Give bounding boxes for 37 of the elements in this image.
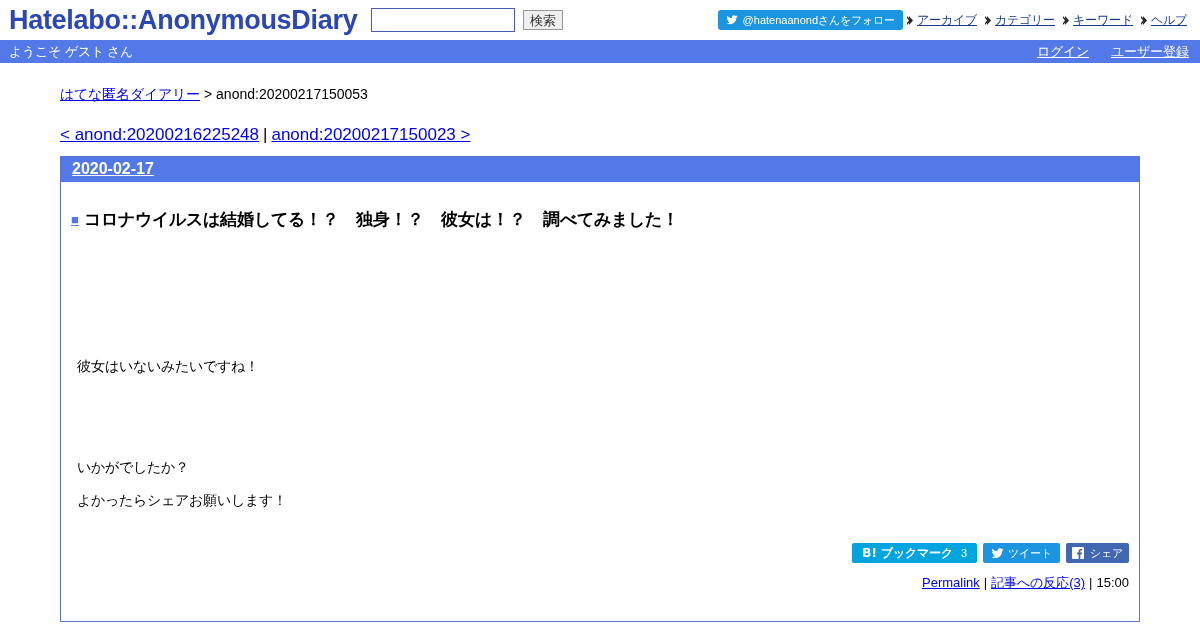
facebook-share-button[interactable]: シェア: [1066, 543, 1129, 563]
b-logo: B!: [862, 545, 877, 562]
body-paragraph: よかったらシェアお願いします！: [76, 491, 288, 510]
next-entry-link[interactable]: anond:20200217150023 >: [271, 122, 471, 148]
nav-link[interactable]: キーワード: [1073, 11, 1133, 29]
footer-separator: |: [1089, 574, 1093, 592]
user-link[interactable]: ログイン: [1037, 41, 1089, 62]
prev-entry-link[interactable]: < anond:20200216225248: [60, 122, 259, 148]
entry-time: 15:00: [1096, 574, 1129, 592]
bookmark-count: 3: [960, 545, 967, 561]
nav-link[interactable]: アーカイブ: [917, 11, 977, 29]
entry-anchor[interactable]: ■: [71, 209, 79, 229]
pager-separator: |: [263, 124, 268, 146]
arrow-icon: [985, 15, 991, 25]
nav-link[interactable]: カテゴリー: [995, 11, 1055, 29]
entry-title: コロナウイルスは結婚してる！？ 独身！？ 彼女は！？ 調べてみました！: [83, 208, 679, 231]
bookmark-label: ブックマーク: [880, 545, 953, 562]
bird-icon: [991, 546, 1004, 560]
search-field[interactable]: [371, 8, 516, 32]
permalink-link[interactable]: Permalink: [922, 573, 980, 593]
facebook-icon: [1072, 547, 1084, 559]
footer-separator: |: [983, 574, 988, 592]
user-link[interactable]: ユーザー登録: [1111, 41, 1189, 62]
site-logo[interactable]: Hatelabo::AnonymousDiary: [9, 6, 358, 34]
entry-date[interactable]: 2020-02-17: [72, 157, 154, 181]
arrow-icon: [1141, 15, 1147, 25]
nav-link[interactable]: ヘルプ: [1151, 11, 1187, 29]
arrow-icon: [907, 15, 913, 25]
body-paragraph: いかがでしたか？: [76, 458, 190, 477]
arrow-icon: [1063, 15, 1069, 25]
breadcrumb-link[interactable]: はてな匿名ダイアリー: [60, 84, 200, 105]
welcome-text: ようこそ ゲスト さん: [9, 42, 134, 61]
reactions-link[interactable]: 記事への反応(3): [991, 573, 1086, 593]
body-paragraph: 彼女はいないみたいですね！: [76, 357, 260, 376]
bird-icon: [725, 14, 738, 26]
breadcrumb-current: > anond:20200217150053: [204, 85, 368, 104]
search-button[interactable]: 検索: [523, 10, 564, 30]
